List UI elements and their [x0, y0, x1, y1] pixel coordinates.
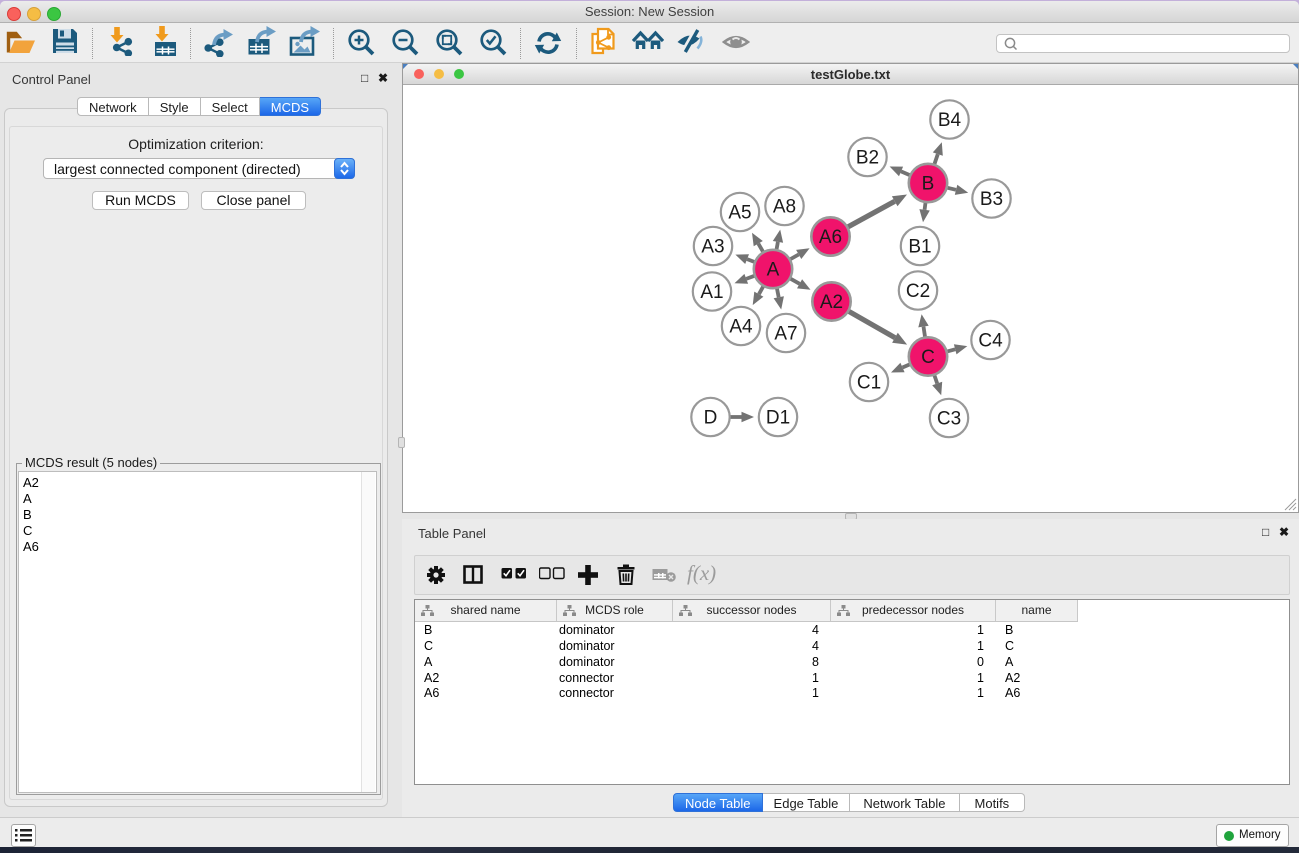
svg-text:C3: C3 — [937, 409, 961, 430]
svg-text:A5: A5 — [728, 203, 751, 224]
svg-text:D1: D1 — [766, 408, 790, 429]
svg-text:A2: A2 — [820, 292, 843, 313]
svg-text:B: B — [922, 174, 935, 195]
svg-text:A4: A4 — [729, 317, 753, 338]
svg-text:B4: B4 — [938, 110, 962, 131]
svg-text:C2: C2 — [906, 281, 930, 302]
svg-text:A1: A1 — [700, 282, 723, 303]
svg-text:B3: B3 — [980, 189, 1003, 210]
svg-text:B1: B1 — [908, 237, 931, 258]
svg-text:C4: C4 — [978, 331, 1003, 352]
svg-text:A7: A7 — [774, 324, 797, 345]
svg-text:C: C — [921, 347, 935, 368]
svg-text:A: A — [767, 260, 780, 281]
svg-text:C1: C1 — [857, 373, 881, 394]
svg-text:A3: A3 — [701, 237, 724, 258]
svg-text:D: D — [704, 408, 718, 429]
svg-text:A6: A6 — [819, 227, 842, 248]
svg-text:B2: B2 — [856, 148, 879, 169]
svg-text:A8: A8 — [773, 197, 796, 218]
